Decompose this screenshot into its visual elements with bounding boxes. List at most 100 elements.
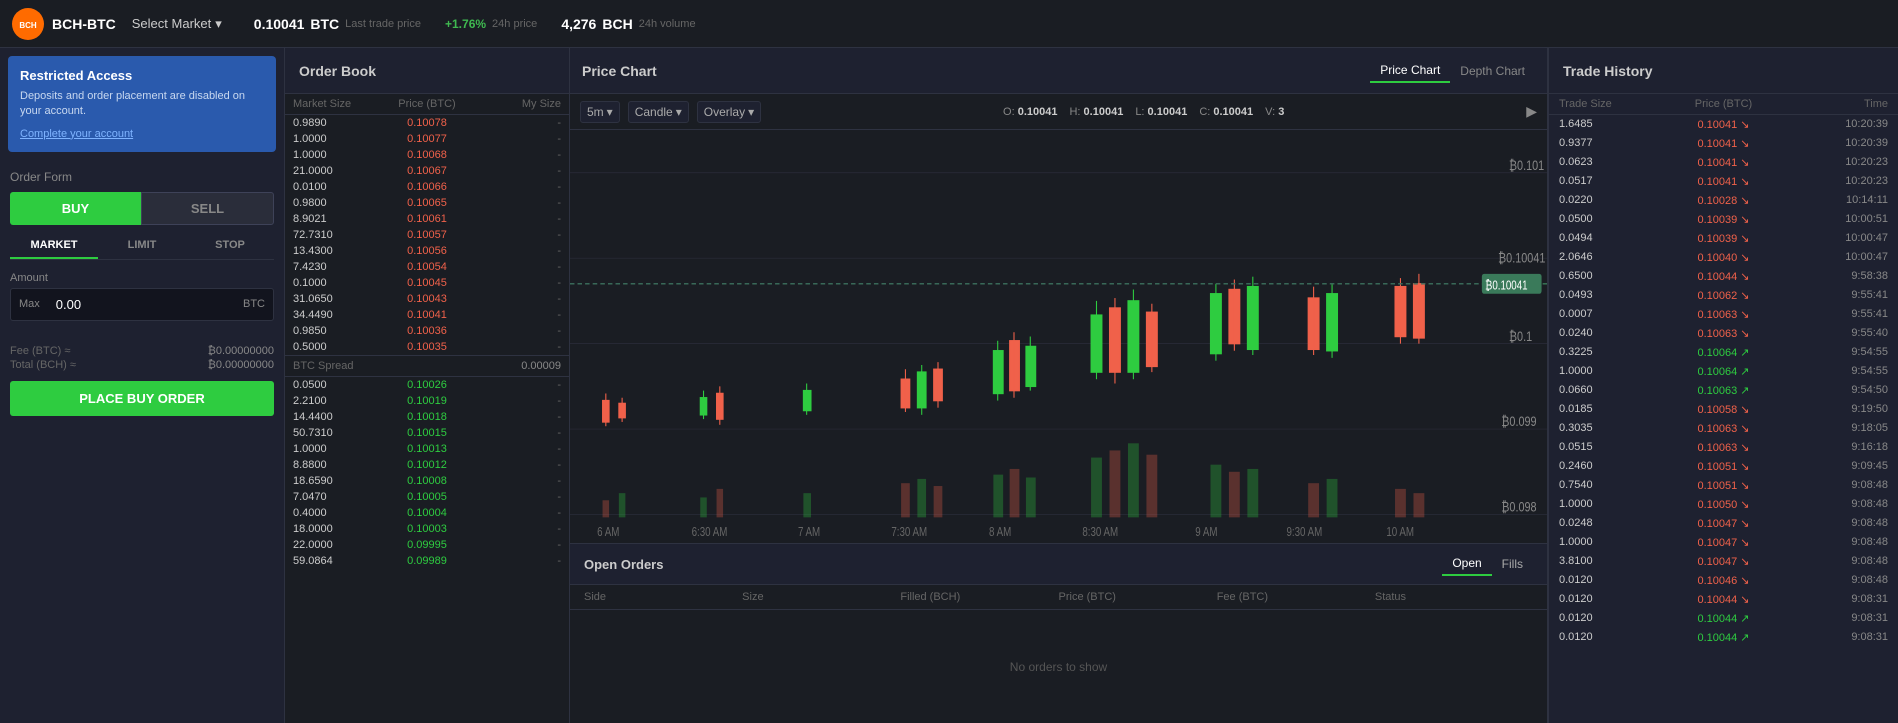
table-row[interactable]: 1.00000.10013- bbox=[285, 441, 569, 457]
list-item: 0.30350.10063 ↘9:18:05 bbox=[1549, 419, 1898, 438]
col-fee-btc: Fee (BTC) bbox=[1217, 591, 1375, 603]
chevron-down-icon: ▾ bbox=[607, 105, 613, 119]
svg-text:6:30 AM: 6:30 AM bbox=[692, 526, 728, 539]
table-row[interactable]: 1.00000.10068- bbox=[285, 147, 569, 163]
center-content: Order Book Market Size Price (BTC) My Si… bbox=[285, 48, 1898, 723]
open-orders-header: Open Orders Open Fills bbox=[570, 544, 1547, 585]
list-item: 0.06600.10063 ↗9:54:50 bbox=[1549, 381, 1898, 400]
chart-scroll-right-icon[interactable]: ▶ bbox=[1526, 103, 1537, 120]
table-row[interactable]: 0.10000.10045- bbox=[285, 275, 569, 291]
amount-input-row: Max BTC bbox=[10, 288, 274, 321]
table-row[interactable]: 59.08640.09989- bbox=[285, 553, 569, 569]
list-item: 3.81000.10047 ↘9:08:48 bbox=[1549, 552, 1898, 571]
table-row[interactable]: 18.00000.10003- bbox=[285, 521, 569, 537]
chevron-down-icon: ▾ bbox=[748, 105, 754, 119]
table-row[interactable]: 14.44000.10018- bbox=[285, 409, 569, 425]
sidebar: Restricted Access Deposits and order pla… bbox=[0, 48, 285, 723]
timeframe-selector[interactable]: 5m ▾ bbox=[580, 101, 620, 123]
list-item: 0.02480.10047 ↘9:08:48 bbox=[1549, 514, 1898, 533]
tab-fills[interactable]: Fills bbox=[1492, 553, 1533, 575]
svg-text:₿0.098: ₿0.098 bbox=[1501, 499, 1536, 515]
trade-history-header: Trade History bbox=[1549, 48, 1898, 94]
svg-text:10 AM: 10 AM bbox=[1386, 526, 1414, 539]
open-orders-column-headers: Side Size Filled (BCH) Price (BTC) Fee (… bbox=[570, 585, 1547, 610]
amount-label: Amount bbox=[10, 272, 274, 284]
col-price: Price (BTC) bbox=[382, 98, 471, 110]
list-item: 0.01200.10044 ↗9:08:31 bbox=[1549, 628, 1898, 647]
table-row[interactable]: 31.06500.10043- bbox=[285, 291, 569, 307]
svg-text:7:30 AM: 7:30 AM bbox=[891, 526, 927, 539]
chart-type-selector[interactable]: Candle ▾ bbox=[628, 101, 689, 123]
list-item: 0.00070.10063 ↘9:55:41 bbox=[1549, 305, 1898, 324]
list-item: 0.05170.10041 ↘10:20:23 bbox=[1549, 172, 1898, 191]
table-row[interactable]: 7.04700.10005- bbox=[285, 489, 569, 505]
chevron-down-icon: ▾ bbox=[215, 16, 222, 32]
table-row[interactable]: 0.40000.10004- bbox=[285, 505, 569, 521]
table-row[interactable]: 0.98900.10078- bbox=[285, 115, 569, 131]
list-item: 2.06460.10040 ↘10:00:47 bbox=[1549, 248, 1898, 267]
list-item: 1.64850.10041 ↘10:20:39 bbox=[1549, 115, 1898, 134]
col-trade-size: Trade Size bbox=[1559, 98, 1669, 110]
table-row[interactable]: 72.73100.10057- bbox=[285, 227, 569, 243]
chart-title: Price Chart bbox=[582, 63, 1370, 79]
max-button[interactable]: Max bbox=[11, 290, 48, 318]
amount-input[interactable] bbox=[48, 289, 235, 320]
tab-price-chart[interactable]: Price Chart bbox=[1370, 59, 1450, 83]
list-item: 0.32250.10064 ↗9:54:55 bbox=[1549, 343, 1898, 362]
currency-label: BTC bbox=[235, 290, 273, 318]
table-row[interactable]: 22.00000.09995- bbox=[285, 537, 569, 553]
list-item: 1.00000.10050 ↘9:08:48 bbox=[1549, 495, 1898, 514]
app-logo: BCH bbox=[12, 8, 44, 40]
list-item: 0.05150.10063 ↘9:16:18 bbox=[1549, 438, 1898, 457]
tab-open-orders[interactable]: Open bbox=[1442, 552, 1491, 576]
trading-pair: BCH-BTC bbox=[52, 16, 116, 32]
table-row[interactable]: 0.05000.10026- bbox=[285, 377, 569, 393]
table-row[interactable]: 34.44900.10041- bbox=[285, 307, 569, 323]
tab-market[interactable]: MARKET bbox=[10, 233, 98, 259]
open-orders-panel: Open Orders Open Fills Side Size Filled … bbox=[570, 543, 1547, 723]
orderbook-title: Order Book bbox=[299, 63, 376, 79]
table-row[interactable]: 8.88000.10012- bbox=[285, 457, 569, 473]
list-item: 0.75400.10051 ↘9:08:48 bbox=[1549, 476, 1898, 495]
table-row[interactable]: 21.00000.10067- bbox=[285, 163, 569, 179]
tab-depth-chart[interactable]: Depth Chart bbox=[1450, 60, 1535, 82]
volume-24h: 4,276 BCH 24h volume bbox=[561, 16, 695, 32]
table-row[interactable]: 8.90210.10061- bbox=[285, 211, 569, 227]
col-filled: Filled (BCH) bbox=[900, 591, 1058, 603]
tab-stop[interactable]: STOP bbox=[186, 233, 274, 259]
select-market-button[interactable]: Select Market ▾ bbox=[132, 16, 222, 32]
chart-and-orders: Price Chart Price Chart Depth Chart 5m ▾… bbox=[570, 48, 1548, 723]
list-item: 0.93770.10041 ↘10:20:39 bbox=[1549, 134, 1898, 153]
order-type-tabs: MARKET LIMIT STOP bbox=[10, 233, 274, 260]
col-time: Time bbox=[1778, 98, 1888, 110]
svg-text:₿0.10041: ₿0.10041 bbox=[1498, 250, 1545, 266]
table-row[interactable]: 0.01000.10066- bbox=[285, 179, 569, 195]
trade-history-panel: Trade History Trade Size Price (BTC) Tim… bbox=[1548, 48, 1898, 723]
table-row[interactable]: 18.65900.10008- bbox=[285, 473, 569, 489]
list-item: 0.01200.10044 ↗9:08:31 bbox=[1549, 609, 1898, 628]
chart-canvas[interactable]: ₿0.101 ₿0.10041 ₿0.1 ₿0.099 ₿0.098 bbox=[570, 130, 1547, 543]
table-row[interactable]: 2.21000.10019- bbox=[285, 393, 569, 409]
list-item: 0.01850.10058 ↘9:19:50 bbox=[1549, 400, 1898, 419]
table-row[interactable]: 13.43000.10056- bbox=[285, 243, 569, 259]
table-row[interactable]: 7.42300.10054- bbox=[285, 259, 569, 275]
list-item: 0.02200.10028 ↘10:14:11 bbox=[1549, 191, 1898, 210]
table-row[interactable]: 0.98500.10036- bbox=[285, 323, 569, 339]
orderbook: Order Book Market Size Price (BTC) My Si… bbox=[285, 48, 570, 723]
table-row[interactable]: 0.98000.10065- bbox=[285, 195, 569, 211]
complete-account-link[interactable]: Complete your account bbox=[20, 128, 133, 140]
chart-header: Price Chart Price Chart Depth Chart bbox=[570, 48, 1547, 94]
sell-button[interactable]: SELL bbox=[141, 192, 274, 225]
place-order-button[interactable]: PLACE BUY ORDER bbox=[10, 381, 274, 416]
overlay-selector[interactable]: Overlay ▾ bbox=[697, 101, 761, 123]
col-price-btc: Price (BTC) bbox=[1059, 591, 1217, 603]
table-row[interactable]: 50.73100.10015- bbox=[285, 425, 569, 441]
table-row[interactable]: 0.50000.10035- bbox=[285, 339, 569, 355]
buy-button[interactable]: BUY bbox=[10, 192, 141, 225]
buy-sell-toggle: BUY SELL bbox=[10, 192, 274, 225]
svg-text:8 AM: 8 AM bbox=[989, 526, 1011, 539]
list-item: 1.00000.10064 ↗9:54:55 bbox=[1549, 362, 1898, 381]
table-row[interactable]: 1.00000.10077- bbox=[285, 131, 569, 147]
restricted-access-banner: Restricted Access Deposits and order pla… bbox=[8, 56, 276, 152]
tab-limit[interactable]: LIMIT bbox=[98, 233, 186, 259]
